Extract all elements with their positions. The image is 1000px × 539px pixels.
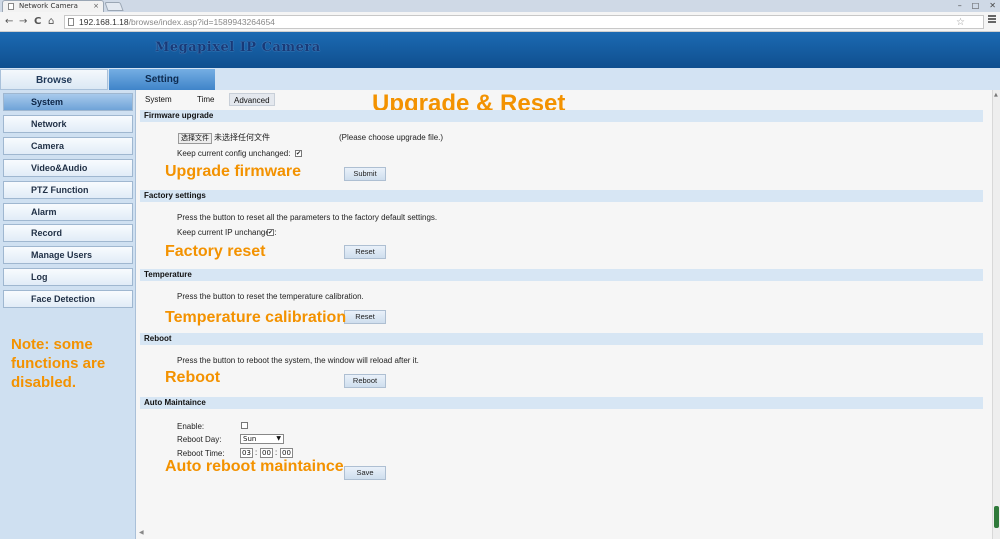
reboot-button[interactable]: Reboot [344, 374, 386, 388]
reboot-minute-input[interactable]: 00 [260, 448, 273, 458]
page-icon [8, 3, 14, 10]
reboot-description: Press the button to reboot the system, t… [177, 356, 419, 365]
back-icon[interactable]: ← [5, 16, 13, 28]
browser-tab-bar: Network Camera × – □ ✕ [0, 0, 1000, 12]
reboot-day-select[interactable]: Sun ▼ [240, 434, 284, 444]
save-button[interactable]: Save [344, 466, 386, 480]
minimize-icon[interactable]: – [958, 0, 962, 12]
scroll-up-icon[interactable]: ▲ [994, 92, 998, 98]
reboot-second-input[interactable]: 00 [280, 448, 293, 458]
sidebar-item-network[interactable]: Network [3, 115, 133, 133]
reboot-annotation: Reboot [165, 369, 221, 386]
temperature-reset-button[interactable]: Reset [344, 310, 386, 324]
sidebar-item-face-detection[interactable]: Face Detection [3, 290, 133, 308]
tab-browse[interactable]: Browse [0, 69, 108, 90]
browser-tab-title: Network Camera [19, 2, 78, 10]
sidebar-item-record[interactable]: Record [3, 224, 133, 242]
maximize-icon[interactable]: □ [972, 0, 980, 12]
vertical-scrollbar[interactable]: ▲ [992, 90, 1000, 539]
auto-enable-checkbox[interactable] [241, 422, 248, 429]
address-bar[interactable]: 192.168.1.18/browse/index.asp?id=1589943… [64, 15, 984, 29]
sidebar-item-ptz-function[interactable]: PTZ Function [3, 181, 133, 199]
url-path: /browse/index.asp?id=1589943264654 [128, 17, 275, 27]
factory-description: Press the button to reset all the parame… [177, 213, 438, 222]
chevron-down-icon: ▼ [276, 435, 281, 442]
firmware-section-header: Firmware upgrade [140, 110, 983, 122]
forward-icon[interactable]: → [19, 16, 27, 28]
reboot-day-label: Reboot Day: [177, 435, 222, 444]
browser-menu-icon[interactable] [988, 15, 996, 23]
scrollbar-thumb[interactable] [994, 506, 999, 528]
subtab-time[interactable]: Time [193, 93, 218, 106]
browser-toolbar: ← → C ⌂ 192.168.1.18/browse/index.asp?id… [0, 12, 1000, 32]
no-file-text: 未选择任何文件 [214, 133, 270, 142]
keep-config-checkbox[interactable]: ✔ [295, 150, 302, 157]
factory-reset-button[interactable]: Reset [344, 245, 386, 259]
subtab-system[interactable]: System [141, 93, 176, 106]
sidebar-item-manage-users[interactable]: Manage Users [3, 246, 133, 264]
reboot-day-value: Sun [243, 435, 257, 443]
auto-enable-label: Enable: [177, 422, 205, 431]
temperature-description: Press the button to reset the temperatur… [177, 292, 364, 301]
scroll-left-icon[interactable]: ◀ [139, 529, 144, 536]
submit-button[interactable]: Submit [344, 167, 386, 181]
new-tab-button[interactable] [104, 2, 124, 11]
keep-ip-label: Keep current IP unchanged: [177, 228, 277, 237]
browser-tab[interactable]: Network Camera × [2, 0, 104, 12]
sidebar-item-video-audio[interactable]: Video&Audio [3, 159, 133, 177]
upgrade-annotation: Upgrade firmware [165, 163, 302, 180]
sidebar-item-alarm[interactable]: Alarm [3, 203, 133, 221]
camera-header: Megapixel IP Camera [0, 32, 1000, 68]
keep-config-label: Keep current config unchanged: [177, 149, 291, 158]
choose-file-button[interactable]: 选择文件 [178, 133, 212, 144]
bookmark-star-icon[interactable]: ☆ [956, 17, 965, 28]
tab-setting[interactable]: Setting [109, 69, 215, 90]
time-separator: : [255, 448, 258, 457]
url-host: 192.168.1.18 [79, 17, 129, 27]
sidebar-item-camera[interactable]: Camera [3, 137, 133, 155]
tab-close-icon[interactable]: × [93, 1, 99, 12]
keep-ip-checkbox[interactable]: ✔ [267, 229, 274, 236]
disabled-functions-note: Note: some functions are disabled. [11, 336, 106, 391]
temperature-section-header: Temperature [140, 269, 983, 281]
settings-content: System Time Advanced Upgrade & Reset Fir… [137, 90, 1000, 539]
close-window-icon[interactable]: ✕ [989, 0, 996, 12]
sidebar-item-log[interactable]: Log [3, 268, 133, 286]
auto-annotation: Auto reboot maintaince [165, 458, 344, 475]
camera-title: Megapixel IP Camera [155, 40, 321, 55]
reboot-hour-input[interactable]: 03 [240, 448, 253, 458]
subtab-advanced[interactable]: Advanced [229, 93, 275, 106]
temperature-annotation: Temperature calibration [165, 309, 347, 326]
sidebar-item-system[interactable]: System [3, 93, 133, 111]
factory-annotation: Factory reset [165, 243, 266, 260]
window-controls: – □ ✕ [958, 0, 996, 12]
reload-icon[interactable]: C [34, 16, 41, 28]
home-icon[interactable]: ⌂ [48, 16, 54, 28]
page-info-icon[interactable] [68, 18, 74, 26]
time-separator: : [275, 448, 278, 457]
reboot-section-header: Reboot [140, 333, 983, 345]
upgrade-file-hint: (Please choose upgrade file.) [339, 133, 444, 142]
factory-section-header: Factory settings [140, 190, 983, 202]
mode-tabs: Browse Setting [0, 68, 1000, 90]
auto-maintenance-section-header: Auto Maintaince [140, 397, 983, 409]
settings-sidebar: System Network Camera Video&Audio PTZ Fu… [0, 90, 136, 539]
